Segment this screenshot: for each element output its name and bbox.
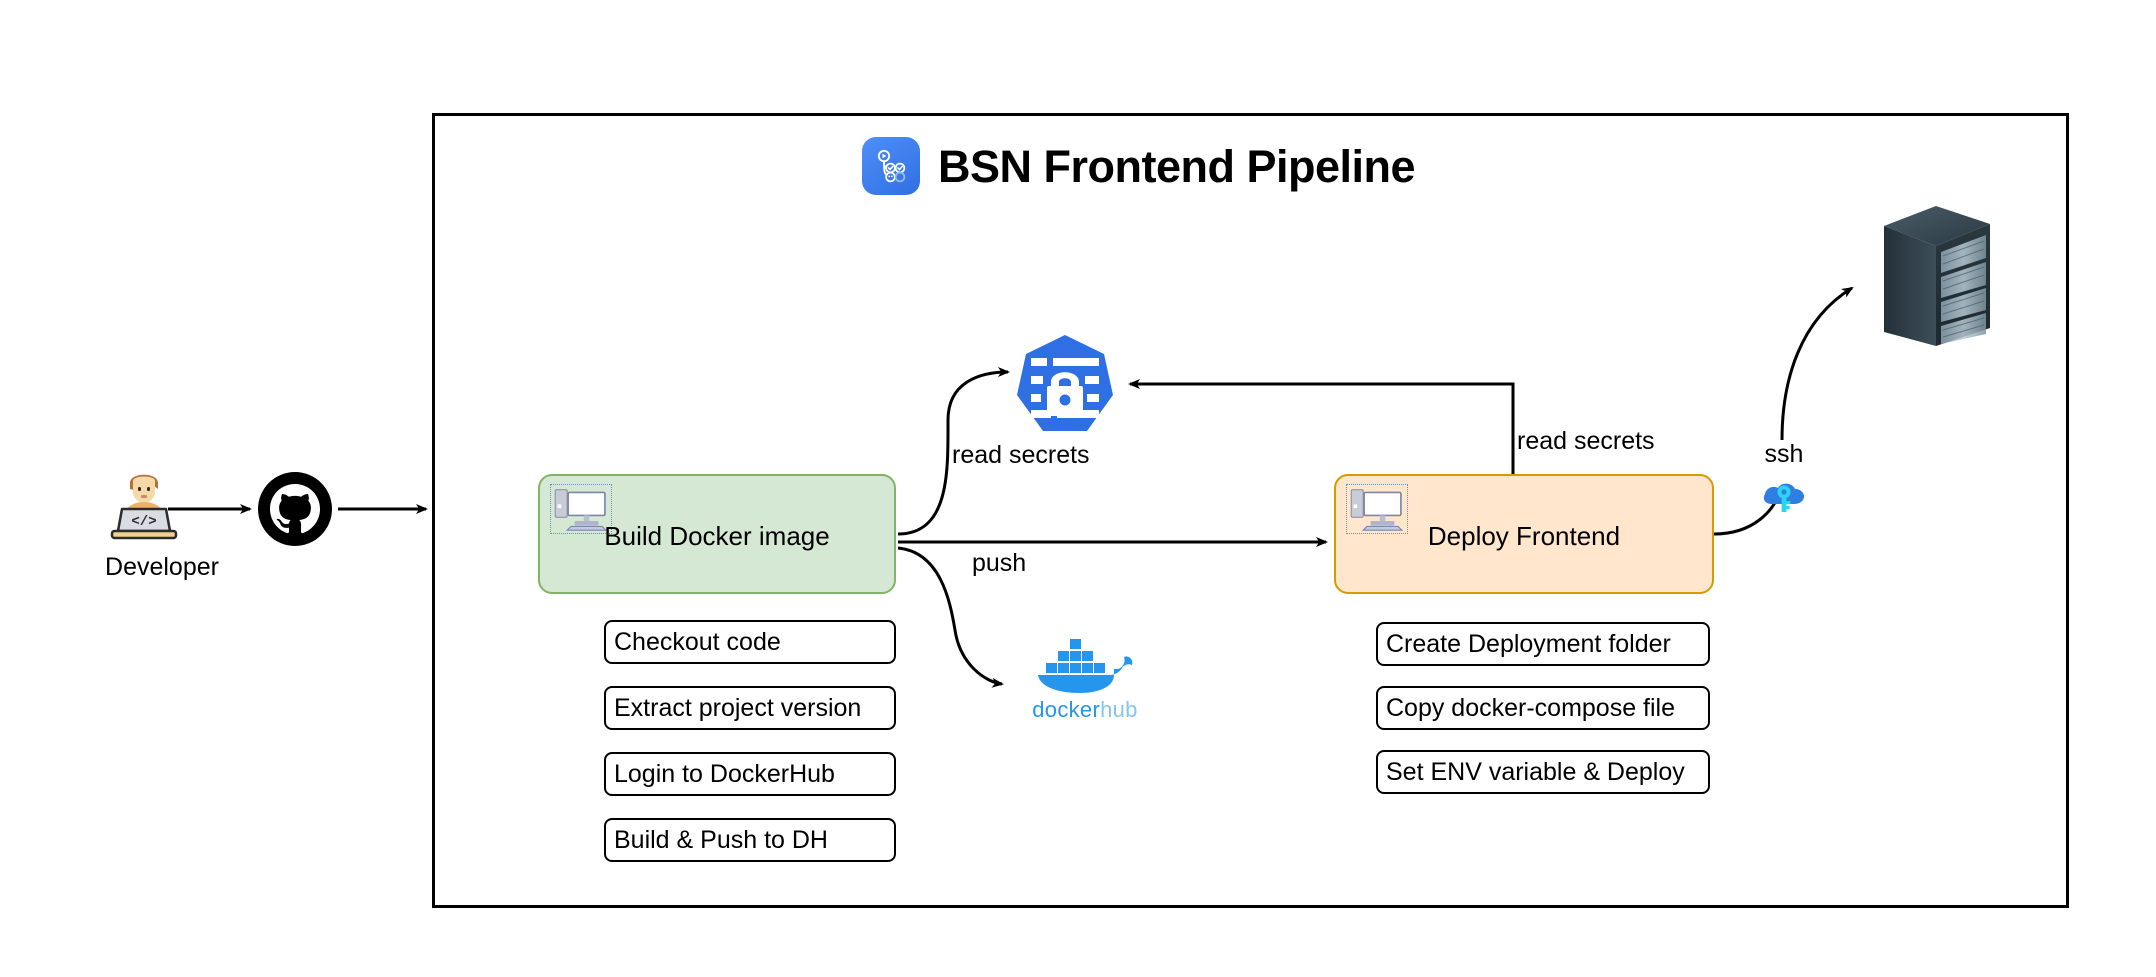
docker-whale-icon	[1038, 639, 1133, 693]
ssh-cloud-key-icon[interactable]	[1760, 474, 1808, 514]
diagram-canvas: BSN Frontend Pipeline </> Developer Buil…	[0, 0, 2156, 977]
job-node-build[interactable]: Build Docker image	[538, 474, 896, 594]
step-box[interactable]: Checkout code	[604, 620, 896, 664]
dockerhub-group[interactable]: dockerhub	[1010, 637, 1160, 735]
step-box[interactable]: Build & Push to DH	[604, 818, 896, 862]
dockerhub-wordmark-secondary: hub	[1100, 697, 1138, 722]
developer-at-laptop-icon: </>	[110, 474, 178, 540]
step-box[interactable]: Login to DockerHub	[604, 752, 896, 796]
ssh-label: ssh	[1764, 440, 1804, 468]
github-actions-glyph	[877, 149, 906, 183]
secrets-lock-icon[interactable]	[1013, 332, 1117, 436]
dockerhub-wordmark: dockerhub	[1010, 697, 1160, 723]
pipeline-title-group: BSN Frontend Pipeline	[862, 130, 1562, 202]
computer-icon	[1346, 484, 1408, 534]
step-box[interactable]: Extract project version	[604, 686, 896, 730]
github-actions-icon	[862, 137, 920, 195]
build-steps-list: Checkout code Extract project version Lo…	[604, 620, 896, 884]
svg-text:</>: </>	[131, 514, 156, 530]
edge-label-push: push	[972, 549, 1027, 577]
page-title: BSN Frontend Pipeline	[938, 140, 1416, 192]
edge-label-read-secrets-deploy: read secrets	[1517, 427, 1655, 455]
deploy-steps-list: Create Deployment folder Copy docker-com…	[1376, 622, 1710, 814]
edge-label-read-secrets-build: read secrets	[952, 441, 1090, 469]
job-node-deploy[interactable]: Deploy Frontend	[1334, 474, 1714, 594]
step-box[interactable]: Set ENV variable & Deploy	[1376, 750, 1710, 794]
developer-label: Developer	[105, 553, 219, 581]
job-node-build-label: Build Docker image	[604, 521, 830, 551]
job-node-deploy-label: Deploy Frontend	[1427, 521, 1621, 551]
dockerhub-wordmark-primary: docker	[1032, 697, 1101, 722]
step-box[interactable]: Copy docker-compose file	[1376, 686, 1710, 730]
computer-icon	[550, 484, 612, 534]
server-rack-icon	[1884, 206, 1990, 346]
step-box[interactable]: Create Deployment folder	[1376, 622, 1710, 666]
ssh-group: ssh	[1746, 440, 1856, 530]
github-octocat-icon	[258, 472, 332, 546]
developer-group: </> Developer	[72, 465, 252, 590]
